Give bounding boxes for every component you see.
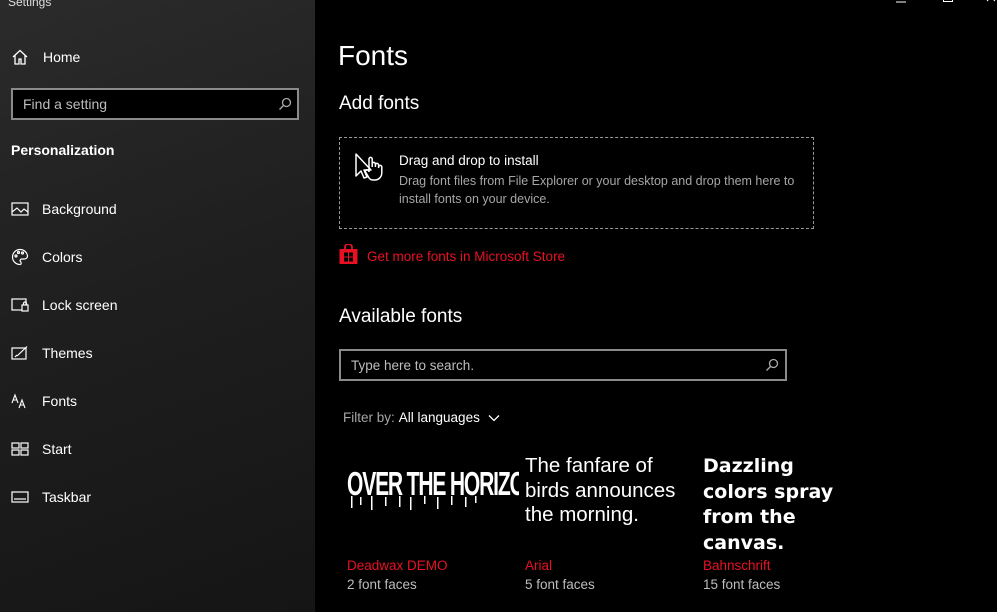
font-card-deadwax[interactable]: OVER THE HORIZO... Deadwax DEMO 2 font f…	[347, 450, 519, 600]
hand-cursor-icon	[353, 150, 387, 182]
close-icon	[986, 0, 996, 2]
start-icon	[10, 439, 30, 459]
font-preview: OVER THE HORIZO...	[347, 450, 519, 516]
microsoft-store-link[interactable]: Get more fonts in Microsoft Store	[339, 243, 566, 269]
fonts-icon	[10, 391, 30, 411]
font-drop-zone[interactable]: Drag and drop to install Drag font files…	[339, 137, 814, 229]
sidebar-item-start[interactable]: Start	[10, 437, 72, 461]
search-icon[interactable]	[273, 97, 297, 111]
search-icon[interactable]	[759, 358, 785, 372]
sidebar-item-fonts[interactable]: Fonts	[10, 389, 77, 413]
home-icon	[10, 47, 30, 67]
sidebar-item-label: Start	[42, 441, 72, 457]
sidebar-item-label: Lock screen	[42, 297, 118, 313]
chevron-down-icon	[488, 410, 500, 425]
font-face-count: 2 font faces	[347, 577, 417, 592]
sidebar-item-taskbar[interactable]: Taskbar	[10, 485, 91, 509]
picture-icon	[10, 199, 30, 219]
font-name: Bahnschrift	[703, 558, 771, 573]
font-preview: Dazzling colors spray from the canvas.	[703, 455, 834, 554]
maximize-icon	[943, 0, 953, 2]
sidebar-item-label: Taskbar	[42, 489, 92, 505]
font-face-count: 15 font faces	[703, 577, 781, 592]
sidebar-item-lock-screen[interactable]: Lock screen	[10, 293, 117, 317]
available-fonts-heading: Available fonts	[339, 306, 463, 327]
store-bag-icon	[339, 243, 358, 269]
maximize-button[interactable]	[938, 0, 958, 8]
sidebar-item-label: Fonts	[42, 393, 78, 409]
font-search-box[interactable]	[339, 349, 787, 381]
sidebar-item-colors[interactable]: Colors	[10, 245, 82, 269]
home-label: Home	[43, 49, 81, 65]
filter-value: All languages	[398, 410, 480, 425]
home-nav-item[interactable]: Home	[10, 45, 80, 69]
sidebar-item-label: Background	[42, 201, 117, 217]
taskbar-icon	[10, 487, 30, 507]
page-title: Fonts	[338, 40, 409, 71]
palette-icon	[10, 247, 30, 267]
lock-screen-icon	[10, 295, 30, 315]
language-filter-dropdown[interactable]: Filter by: All languages	[343, 410, 500, 425]
find-setting-search[interactable]	[11, 88, 299, 120]
font-preview: The fanfare of birds announces the morni…	[525, 454, 676, 526]
themes-icon	[10, 343, 30, 363]
font-name: Arial	[525, 558, 553, 573]
add-fonts-heading: Add fonts	[339, 93, 420, 114]
sidebar-item-label: Themes	[42, 345, 93, 361]
close-button[interactable]	[982, 0, 997, 8]
app-title: Settings	[8, 0, 52, 9]
font-search-input[interactable]	[341, 357, 759, 373]
store-link-label: Get more fonts in Microsoft Store	[367, 249, 566, 264]
filter-prefix-label: Filter by:	[343, 410, 395, 425]
minimize-icon	[896, 1, 906, 3]
drop-zone-description: Drag font files from File Explorer or yo…	[399, 174, 795, 206]
sidebar-item-themes[interactable]: Themes	[10, 341, 93, 365]
minimize-button[interactable]	[891, 0, 911, 8]
drop-zone-title: Drag and drop to install	[399, 153, 539, 168]
find-setting-input[interactable]	[13, 96, 273, 112]
font-name: Deadwax DEMO	[347, 558, 448, 573]
font-card-arial[interactable]: The fanfare of birds announces the morni…	[525, 450, 697, 600]
sidebar-item-label: Colors	[42, 249, 83, 265]
sidebar-item-background[interactable]: Background	[10, 197, 117, 221]
font-card-bahnschrift[interactable]: Dazzling colors spray from the canvas. B…	[703, 450, 875, 600]
sidebar: Settings Home Personalization Background	[0, 0, 315, 612]
section-heading: Personalization	[11, 142, 115, 158]
font-face-count: 5 font faces	[525, 577, 595, 592]
deadwax-preview-text: OVER THE HORIZO...	[347, 465, 519, 502]
